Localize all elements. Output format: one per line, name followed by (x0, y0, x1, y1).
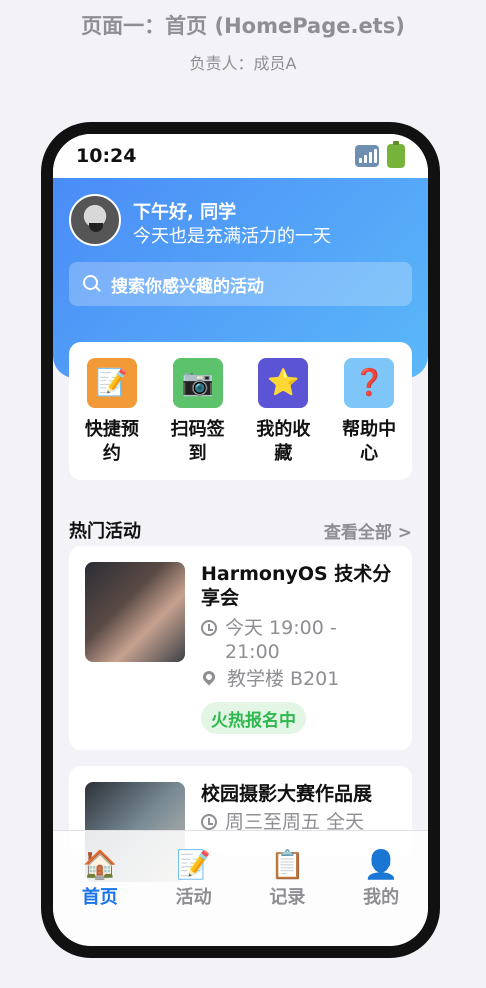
quick-action-label: 快捷预约 (84, 419, 139, 464)
search-input[interactable]: 搜索你感兴趣的活动 (69, 262, 412, 306)
tab-profile[interactable]: 👤 我的 (334, 849, 428, 946)
status-time: 10:24 (76, 145, 137, 167)
section-header: 热门活动 查看全部 > (69, 516, 412, 544)
tab-label: 我的 (363, 887, 400, 908)
page-title: 页面一：首页 (HomePage.ets) (81, 14, 405, 38)
section-title: 热门活动 (69, 521, 141, 542)
tab-home[interactable]: 🏠 首页 (53, 849, 147, 946)
activity-thumbnail (85, 562, 185, 662)
quick-action-help[interactable]: ❓ 帮助中心 (334, 358, 404, 480)
page-subtitle: 负责人：成员A (189, 54, 297, 73)
quick-action-booking[interactable]: 📝 快捷预约 (77, 358, 147, 480)
person-icon: 👤 (363, 848, 399, 881)
phone-screen: 10:24 下午好, 同学 今天也是充满活力的一天 搜索你感兴趣的活动 📝 快捷… (53, 134, 428, 946)
activity-location: 教学楼 B201 (200, 667, 340, 691)
house-icon: 🏠 (82, 848, 118, 881)
view-all-link[interactable]: 查看全部 > (324, 518, 412, 543)
star-icon: ⭐ (258, 358, 309, 408)
greeting-tagline: 今天也是充满活力的一天 (133, 226, 331, 247)
status-badge: 火热报名中 (201, 702, 306, 734)
quick-actions-card: 📝 快捷预约 📷 扫码签到 ⭐ 我的收藏 ❓ 帮助中心 (69, 342, 412, 480)
status-icons (355, 141, 405, 168)
activity-title: HarmonyOS 技术分享会 (201, 563, 392, 609)
quick-action-favorites[interactable]: ⭐ 我的收藏 (248, 358, 318, 480)
quick-action-label: 我的收藏 (256, 419, 311, 464)
phone-frame: 10:24 下午好, 同学 今天也是充满活力的一天 搜索你感兴趣的活动 📝 快捷… (41, 122, 440, 958)
memo-icon: 📝 (86, 358, 137, 408)
quick-action-scan[interactable]: 📷 扫码签到 (163, 358, 233, 480)
activity-card[interactable]: HarmonyOS 技术分享会 今天 19:00 - 21:00 教学楼 B20… (69, 546, 412, 750)
tab-label: 记录 (269, 887, 306, 908)
search-icon (83, 275, 101, 293)
greeting-text: 下午好, 同学 (133, 202, 237, 223)
activity-location-text: 教学楼 B201 (227, 668, 340, 690)
avatar[interactable] (69, 194, 121, 246)
memo-icon: 📝 (176, 848, 212, 881)
clock-icon (201, 620, 217, 636)
activity-time-text: 今天 19:00 - 21:00 (225, 617, 337, 663)
tab-records[interactable]: 📋 记录 (241, 849, 335, 946)
tab-label: 首页 (81, 887, 118, 908)
quick-action-label: 帮助中心 (342, 419, 397, 464)
question-icon: ❓ (344, 358, 395, 408)
clipboard-icon: 📋 (269, 848, 305, 881)
status-bar: 10:24 (53, 134, 428, 178)
search-placeholder: 搜索你感兴趣的活动 (111, 276, 264, 297)
bottom-tab-bar: 🏠 首页 📝 活动 📋 记录 👤 我的 (53, 830, 428, 946)
activity-time: 今天 19:00 - 21:00 (201, 616, 397, 664)
quick-action-label: 扫码签到 (170, 419, 225, 464)
activity-title: 校园摄影大赛作品展 (201, 783, 373, 805)
tab-label: 活动 (175, 887, 212, 908)
camera-icon: 📷 (172, 358, 223, 408)
clock-icon (201, 814, 217, 830)
tab-activities[interactable]: 📝 活动 (147, 849, 241, 946)
battery-icon (387, 141, 405, 168)
location-pin-icon (200, 668, 218, 686)
signal-icon (355, 145, 379, 167)
